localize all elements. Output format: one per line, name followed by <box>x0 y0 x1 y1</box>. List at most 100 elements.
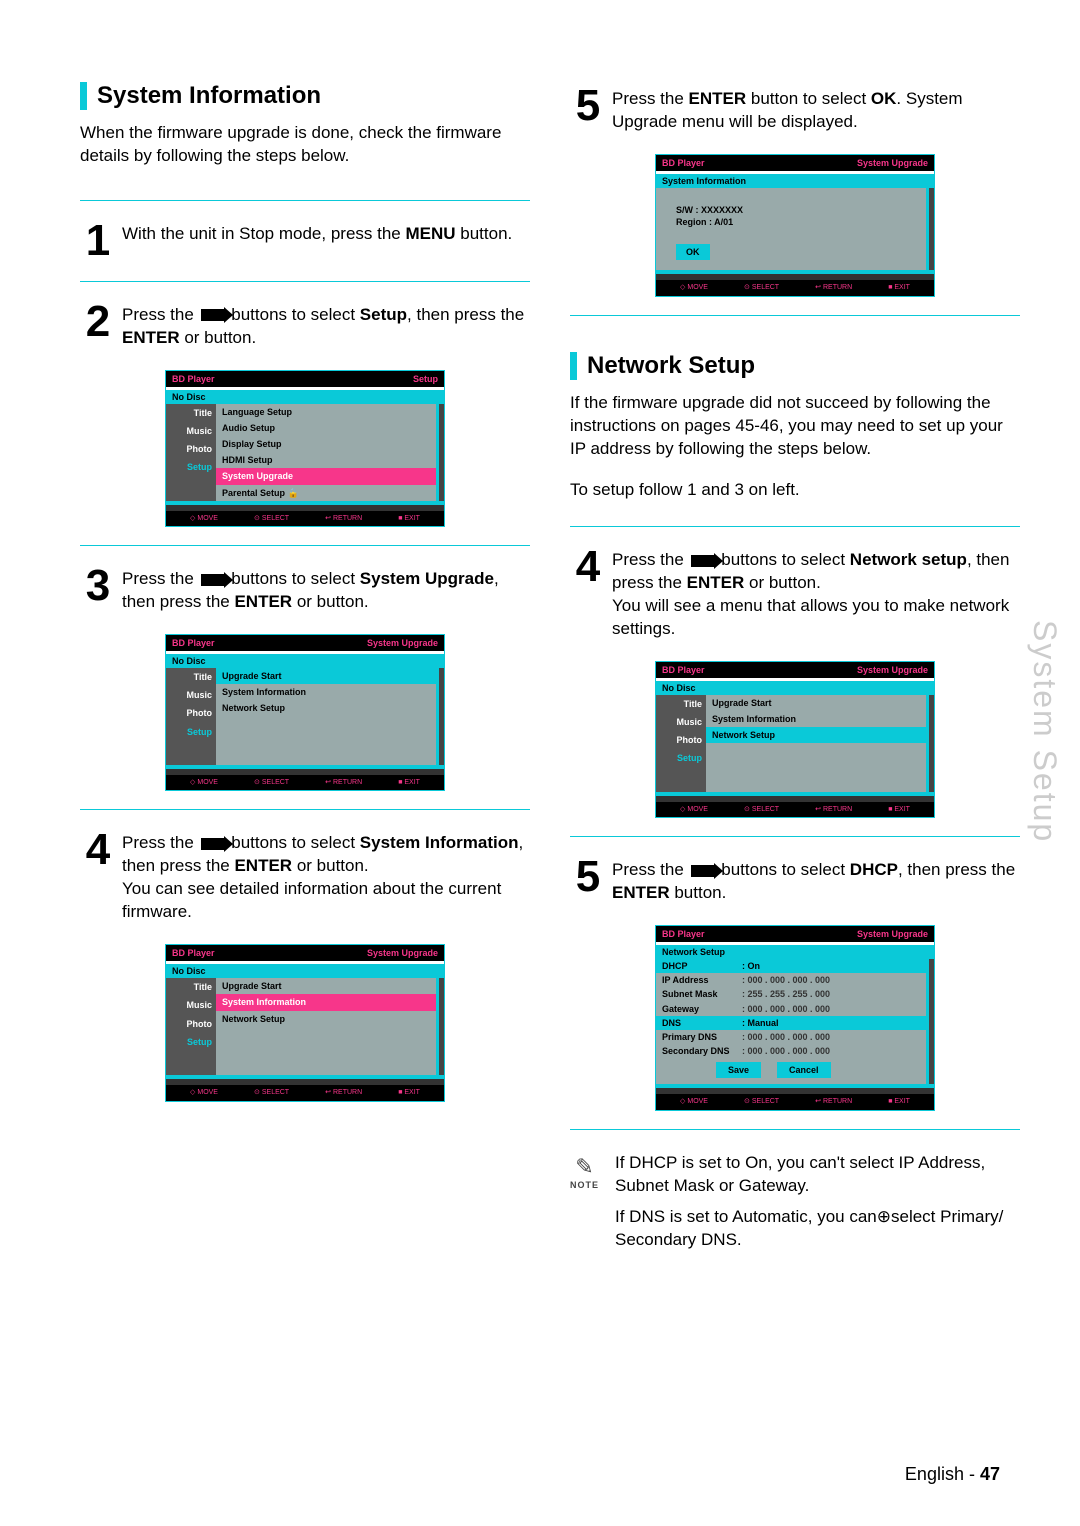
osd-panel: Upgrade StartSystem InformationNetwork S… <box>216 668 436 765</box>
osd-btnbar-item: ■ EXIT <box>888 283 910 292</box>
osd-side-item: Music <box>166 422 216 440</box>
step-text: Press the ENTER button to select OK. Sys… <box>612 86 1020 134</box>
bold: ENTER <box>122 328 180 347</box>
osd-crumb: System Upgrade <box>857 157 928 169</box>
heading-network-setup: Network Setup <box>570 350 1020 382</box>
bold: MENU <box>405 224 455 243</box>
step-number: 1 <box>80 221 116 261</box>
note-text: If DHCP is set to On, you can't select I… <box>615 1152 1020 1252</box>
bold: ENTER <box>687 573 745 592</box>
osd-btnbar-item: ◇ MOVE <box>680 805 708 814</box>
divider <box>80 281 530 282</box>
osd-save-button[interactable]: Save <box>716 1062 761 1078</box>
text: buttons to select <box>227 569 360 588</box>
osd-setup-menu: BD PlayerSetup No Disc TitleMusicPhotoSe… <box>165 370 445 527</box>
osd-crumb: Setup <box>413 373 438 385</box>
text: or button. <box>180 328 257 347</box>
step-text: Press the buttons to select System Upgra… <box>122 566 530 614</box>
divider <box>80 200 530 201</box>
step-extra: You will see a menu that allows you to m… <box>612 595 1020 641</box>
osd-net-row: Subnet Mask: 255 . 255 . 255 . 000 <box>656 987 926 1001</box>
osd-nodisc: No Disc <box>656 681 934 695</box>
osd-cancel-button[interactable]: Cancel <box>777 1062 831 1078</box>
osd-side-item: Setup <box>166 458 216 476</box>
osd-system-information-hl: BD PlayerSystem Upgrade No Disc TitleMus… <box>165 944 445 1101</box>
step-extra: You can see detailed information about t… <box>122 878 530 924</box>
osd-side-item: Setup <box>656 749 706 767</box>
osd-btnbar-item: ↩ RETURN <box>815 1097 852 1106</box>
text: button to select <box>746 89 871 108</box>
note-line: If DHCP is set to On, you can't select I… <box>615 1152 1020 1198</box>
osd-side: TitleMusicPhotoSetup <box>166 978 216 1075</box>
osd-menu-item: Upgrade Start <box>706 695 926 711</box>
osd-network-setup-hl: BD PlayerSystem Upgrade No Disc TitleMus… <box>655 661 935 818</box>
osd-net-row: Primary DNS: 000 . 000 . 000 . 000 <box>656 1030 926 1044</box>
osd-net-row: Gateway: 000 . 000 . 000 . 000 <box>656 1002 926 1016</box>
osd-title: BD Player <box>662 664 705 676</box>
osd-crumb: System Upgrade <box>367 947 438 959</box>
osd-nodisc: No Disc <box>166 964 444 978</box>
divider <box>570 836 1020 837</box>
osd-button-bar: ◇ MOVE⊙ SELECT↩ RETURN■ EXIT <box>656 280 934 295</box>
osd-region: Region : A/01 <box>676 216 916 228</box>
osd-side: TitleMusicPhotoSetup <box>166 404 216 501</box>
osd-menu-item: System Upgrade <box>216 468 436 484</box>
osd-ok-button[interactable]: OK <box>676 244 710 260</box>
intro-text: If the firmware upgrade did not succeed … <box>570 392 1020 461</box>
osd-btnbar-item: ■ EXIT <box>888 1097 910 1106</box>
page-footer: English - 47 <box>905 1462 1000 1486</box>
heading-text: Network Setup <box>587 350 755 382</box>
intro-text: When the firmware upgrade is done, check… <box>80 122 530 168</box>
osd-side-item: Photo <box>166 440 216 458</box>
step-3: 3 Press the buttons to select System Upg… <box>80 566 530 614</box>
bold: ENTER <box>689 89 747 108</box>
osd-menu-item: Display Setup <box>216 436 436 452</box>
osd-menu-item: Audio Setup <box>216 420 436 436</box>
osd-system-upgrade: BD PlayerSystem Upgrade No Disc TitleMus… <box>165 634 445 791</box>
bold: ENTER <box>612 883 670 902</box>
osd-title: BD Player <box>172 637 215 649</box>
text: With the unit in Stop mode, press the <box>122 224 405 243</box>
osd-btnbar-item: ■ EXIT <box>398 514 420 523</box>
arrow-buttons-icon <box>201 838 225 850</box>
osd-btnbar-item: ⊙ SELECT <box>254 778 289 787</box>
osd-menu-item: Parental Setup 🔒 <box>216 485 436 501</box>
step-number: 3 <box>80 566 116 606</box>
osd-btnbar-item: ↩ RETURN <box>325 514 362 523</box>
footer-sep: - <box>964 1464 980 1484</box>
bold: OK <box>871 89 897 108</box>
text: Press the <box>612 550 689 569</box>
osd-menu-item: Network Setup <box>216 1011 436 1027</box>
osd-net-row: Secondary DNS: 000 . 000 . 000 . 000 <box>656 1044 926 1058</box>
step-5: 5 Press the ENTER button to select OK. S… <box>570 86 1020 134</box>
step-text: Press the buttons to select DHCP, then p… <box>612 857 1020 905</box>
bold: ENTER <box>234 592 292 611</box>
heading-text: System Information <box>97 80 321 112</box>
bold: Setup <box>360 305 407 324</box>
osd-netsetup-title: Network Setup <box>656 945 934 959</box>
arrow-buttons-icon <box>691 555 715 567</box>
osd-title: BD Player <box>662 157 705 169</box>
osd-side-item: Title <box>166 668 216 686</box>
osd-side-item: Photo <box>656 731 706 749</box>
text: Press the <box>122 569 199 588</box>
sub-text: To setup follow 1 and 3 on left. <box>570 479 1020 502</box>
osd-net-row: DNS: Manual <box>656 1016 926 1030</box>
osd-menu-item: HDMI Setup <box>216 452 436 468</box>
heading-bar-icon <box>80 82 87 110</box>
osd-menu-item: Upgrade Start <box>216 978 436 994</box>
osd-panel: Upgrade StartSystem InformationNetwork S… <box>706 695 926 792</box>
osd-menu-item: Network Setup <box>706 727 926 743</box>
right-column: 5 Press the ENTER button to select OK. S… <box>570 80 1020 1252</box>
osd-btnbar-item: ⊙ SELECT <box>254 1088 289 1097</box>
osd-title: BD Player <box>172 373 215 385</box>
osd-menu-item: Language Setup <box>216 404 436 420</box>
osd-net-panel: DHCP: OnIP Address: 000 . 000 . 000 . 00… <box>656 959 926 1084</box>
osd-panel: Language SetupAudio SetupDisplay SetupHD… <box>216 404 436 501</box>
osd-sysinfo-title: System Information <box>656 174 934 188</box>
divider <box>570 526 1020 527</box>
text: buttons to select <box>717 550 850 569</box>
osd-btnbar-item: ■ EXIT <box>398 778 420 787</box>
osd-side-item: Setup <box>166 1033 216 1051</box>
step-1: 1 With the unit in Stop mode, press the … <box>80 221 530 261</box>
